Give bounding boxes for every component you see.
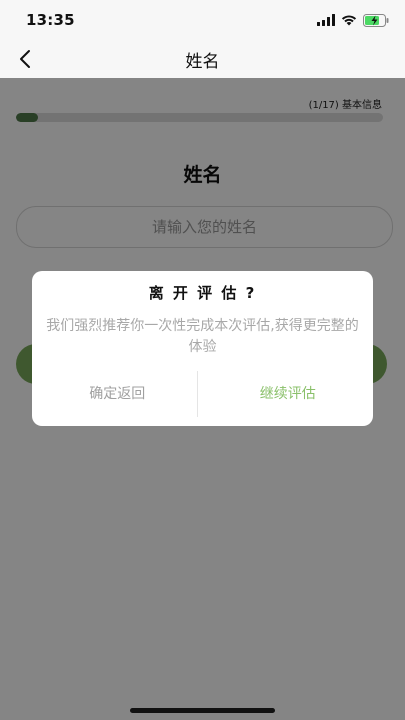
status-bar: 13:35 bbox=[0, 0, 405, 40]
navigation-bar: 姓名 bbox=[0, 40, 405, 78]
home-indicator[interactable] bbox=[130, 708, 275, 713]
leave-assessment-dialog: 离 开 评 估 ? 我们强烈推荐你一次性完成本次评估,获得更完整的体验 确定返回… bbox=[32, 271, 373, 426]
status-icons bbox=[317, 13, 389, 27]
dialog-divider bbox=[197, 371, 198, 417]
dialog-message: 我们强烈推荐你一次性完成本次评估,获得更完整的体验 bbox=[46, 318, 359, 355]
battery-charging-icon bbox=[363, 13, 389, 27]
signal-icon bbox=[317, 14, 335, 26]
continue-assessment-button[interactable]: 继续评估 bbox=[203, 371, 374, 417]
dialog-actions: 确定返回 继续评估 bbox=[32, 371, 373, 417]
status-time: 13:35 bbox=[26, 11, 75, 29]
dialog-title: 离 开 评 估 ? bbox=[148, 284, 257, 302]
page-title: 姓名 bbox=[185, 52, 220, 72]
wifi-icon bbox=[341, 15, 357, 26]
confirm-return-button[interactable]: 确定返回 bbox=[32, 371, 203, 417]
